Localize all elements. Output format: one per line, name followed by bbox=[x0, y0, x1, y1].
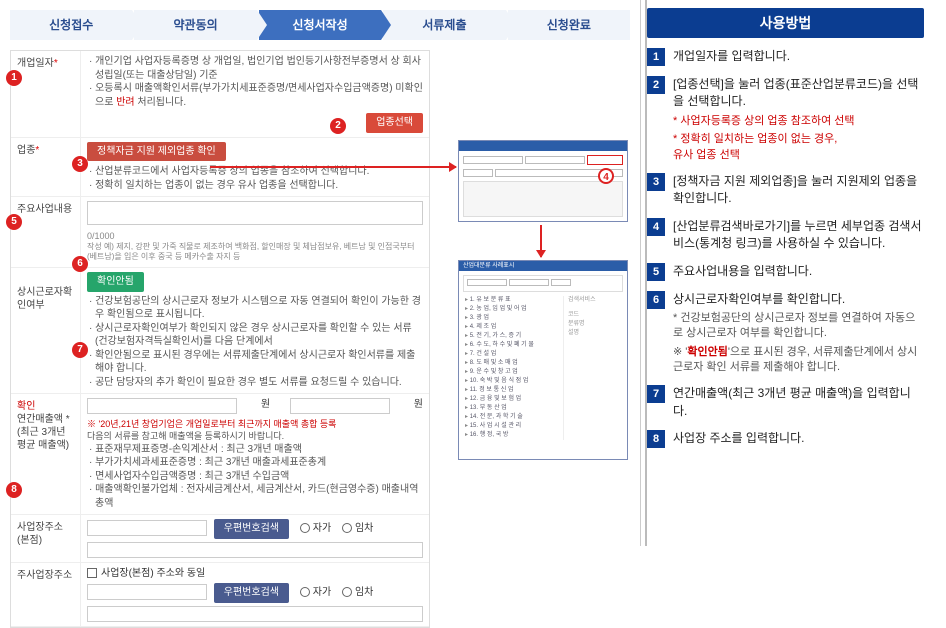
help-num: 5 bbox=[647, 263, 665, 281]
same-addr-label: 사업장(본점) 주소와 동일 bbox=[101, 568, 205, 579]
rent-label-2: 임차 bbox=[355, 587, 373, 598]
sales-input-1[interactable] bbox=[87, 398, 237, 414]
note-open-date-1: 개인기업 사업자등록증명 상 개업일, 법인기업 법인등기사항전부증명서 상 회… bbox=[87, 55, 423, 82]
char-count: 0/1000 bbox=[87, 230, 423, 242]
note-emp-1: 건강보험공단의 상시근로자 정보가 시스템으로 자동 연결되어 확인이 가능한 … bbox=[87, 295, 423, 322]
help-num: 7 bbox=[647, 385, 665, 403]
stepper: 신청접수 약관동의 신청서작성 서류제출 신청완료 bbox=[10, 10, 630, 40]
help-body: [산업분류검색바로가기]를 누르면 세부업종 검색서비스(통계청 링크)를 사용… bbox=[673, 218, 924, 253]
step-3: 신청서작성 bbox=[259, 10, 381, 40]
help-item-4: 4 [산업분류검색바로가기]를 누르면 세부업종 검색서비스(통계청 링크)를 사… bbox=[647, 218, 924, 253]
help-body: 연간매출액(최근 3개년 평균 매출액)을 입력합니다. bbox=[673, 385, 924, 420]
addr-detail-2[interactable] bbox=[87, 606, 423, 622]
application-form: 개업일자* 개인기업 사업자등록증명 상 개업일, 법인기업 법인등기사항전부증… bbox=[10, 50, 430, 628]
help-num: 8 bbox=[647, 430, 665, 448]
excluded-sector-button[interactable]: 정책자금 지원 제외업종 확인 bbox=[87, 142, 226, 162]
callout-6: 6 bbox=[72, 256, 88, 272]
help-item-1: 1 개업일자를 입력합니다. bbox=[647, 48, 924, 66]
label-main-biz: 주요사업내용* bbox=[11, 197, 81, 267]
help-title: 사용방법 bbox=[647, 8, 924, 38]
help-body: 개업일자를 입력합니다. bbox=[673, 48, 924, 66]
main-biz-hint: 작성 예) 제지, 강판 및 가죽 직물로 제조하여 백화점, 할인매장 및 체… bbox=[87, 242, 423, 264]
callout-1: 1 bbox=[6, 70, 22, 86]
label-sector: 업종* bbox=[11, 138, 81, 197]
help-body: 상시근로자확인여부를 확인합니다.* 건강보험공단의 상시근로자 정보를 연결하… bbox=[673, 291, 924, 376]
own-radio-2[interactable] bbox=[300, 587, 310, 597]
help-item-6: 6 상시근로자확인여부를 확인합니다.* 건강보험공단의 상시근로자 정보를 연결… bbox=[647, 291, 924, 376]
arrow-to-modal bbox=[210, 166, 456, 168]
own-label-2: 자가 bbox=[313, 587, 331, 598]
own-radio-1[interactable] bbox=[300, 523, 310, 533]
addr-detail-1[interactable] bbox=[87, 542, 423, 558]
step-5: 신청완료 bbox=[508, 10, 630, 40]
help-body: [업종선택]을 눌러 업종(표준산업분류코드)을 선택을 선택합니다.* 사업자… bbox=[673, 76, 924, 163]
select-sector-button[interactable]: 업종선택 bbox=[366, 113, 423, 133]
note-sector-2: 정확히 일치하는 업종이 없는 경우 유사 업종을 선택합니다. bbox=[87, 179, 423, 193]
callout-7: 7 bbox=[72, 342, 88, 358]
sales-l3: 면세사업자수입금액증명 : 최근 3개년 수입금액 bbox=[87, 470, 423, 484]
modal2-title: 산업대분류 사례표시 bbox=[459, 261, 627, 271]
note-emp-3: 확인안됨으로 표시된 경우에는 서류제출단계에서 상시근로자 확인서류를 제출해… bbox=[87, 349, 423, 376]
step-2: 약관동의 bbox=[134, 10, 256, 40]
won-suffix-1: 원 bbox=[261, 398, 270, 414]
label-employee-check: 상시근로자확인여부 bbox=[11, 268, 81, 393]
note-emp-2: 상시근로자확인여부가 확인되지 않은 경우 상시근로자를 확인할 수 있는 서류… bbox=[87, 322, 423, 349]
sales-l1: 표준재무제표증명-손익계산서 : 최근 3개년 매출액 bbox=[87, 443, 423, 457]
callout-2: 2 bbox=[330, 118, 346, 134]
help-body: 주요사업내용을 입력합니다. bbox=[673, 263, 924, 281]
won-suffix-2: 원 bbox=[414, 398, 423, 414]
rent-radio-2[interactable] bbox=[342, 587, 352, 597]
zip-search-button-2[interactable]: 우편번호검색 bbox=[214, 583, 289, 603]
help-num: 1 bbox=[647, 48, 665, 66]
sales-l0: 다음의 서류를 참고해 매출액을 등록하시기 바랍니다. bbox=[87, 430, 423, 442]
step-4: 서류제출 bbox=[383, 10, 505, 40]
sales-l2: 부가가치세과세표준증명 : 최근 3개년 매출과세표준총계 bbox=[87, 456, 423, 470]
zip-search-button-1[interactable]: 우편번호검색 bbox=[214, 519, 289, 539]
help-item-5: 5 주요사업내용을 입력합니다. bbox=[647, 263, 924, 281]
arrow-down-modal bbox=[540, 225, 542, 257]
label-biz-addr: 사업장주소(본점) bbox=[11, 515, 81, 562]
callout-5: 5 bbox=[6, 214, 22, 230]
help-num: 4 bbox=[647, 218, 665, 236]
help-item-7: 7 연간매출액(최근 3개년 평균 매출액)을 입력합니다. bbox=[647, 385, 924, 420]
note-open-date-2: 오등록시 매출액확인서류(부가가치세표준증명/면세사업자수입금액증명) 미확인으… bbox=[87, 82, 423, 109]
help-num: 6 bbox=[647, 291, 665, 309]
addr-input-1[interactable] bbox=[87, 520, 207, 536]
step-1: 신청접수 bbox=[10, 10, 132, 40]
label-main-addr: 주사업장주소 bbox=[11, 563, 81, 626]
main-biz-textarea[interactable] bbox=[87, 201, 423, 225]
callout-3: 3 bbox=[72, 156, 88, 172]
help-num: 3 bbox=[647, 173, 665, 191]
label-annual-sales: 확인연간매출액 * (최근 3개년 평균 매출액) bbox=[11, 394, 81, 514]
callout-8: 8 bbox=[6, 482, 22, 498]
sales-input-2[interactable] bbox=[290, 398, 390, 414]
help-body: 사업장 주소를 입력합니다. bbox=[673, 430, 924, 448]
help-body: [정책자금 지원 제외업종]을 눌러 지원제외 업종을 확인합니다. bbox=[673, 173, 924, 208]
own-label-1: 자가 bbox=[313, 523, 331, 534]
sales-l4: 매출액확인불가업체 : 전자세금계산서, 세금계산서, 카드(현금영수증) 매출… bbox=[87, 483, 423, 510]
vertical-divider bbox=[645, 0, 647, 546]
help-item-3: 3 [정책자금 지원 제외업종]을 눌러 지원제외 업종을 확인합니다. bbox=[647, 173, 924, 208]
rent-label-1: 임차 bbox=[355, 523, 373, 534]
modal-industry-list: 산업대분류 사례표시 1. 유 보 분 류 표2. 농 업, 임 업 및 어 업… bbox=[458, 260, 628, 460]
help-panel: 사용방법 1 개업일자를 입력합니다. 2 [업종선택]을 눌러 업종(표준산업분류코… bbox=[640, 0, 930, 546]
note-emp-4: 공단 담당자의 추가 확인이 필요한 경우 별도 서류를 요청드릴 수 있습니다… bbox=[87, 376, 423, 390]
sales-red-note: ※ '20년,21년 창업기업은 개업일로부터 최근까지 매출액 총합 등록 bbox=[87, 418, 423, 430]
help-item-2: 2 [업종선택]을 눌러 업종(표준산업분류코드)을 선택을 선택합니다.* 사업… bbox=[647, 76, 924, 163]
addr-input-2[interactable] bbox=[87, 584, 207, 600]
rent-radio-1[interactable] bbox=[342, 523, 352, 533]
label-open-date: 개업일자* bbox=[11, 51, 81, 137]
help-num: 2 bbox=[647, 76, 665, 94]
employee-check-badge: 확인안됨 bbox=[87, 272, 144, 292]
callout-4: 4 bbox=[598, 168, 614, 184]
same-addr-checkbox[interactable] bbox=[87, 568, 97, 578]
help-item-8: 8 사업장 주소를 입력합니다. bbox=[647, 430, 924, 448]
